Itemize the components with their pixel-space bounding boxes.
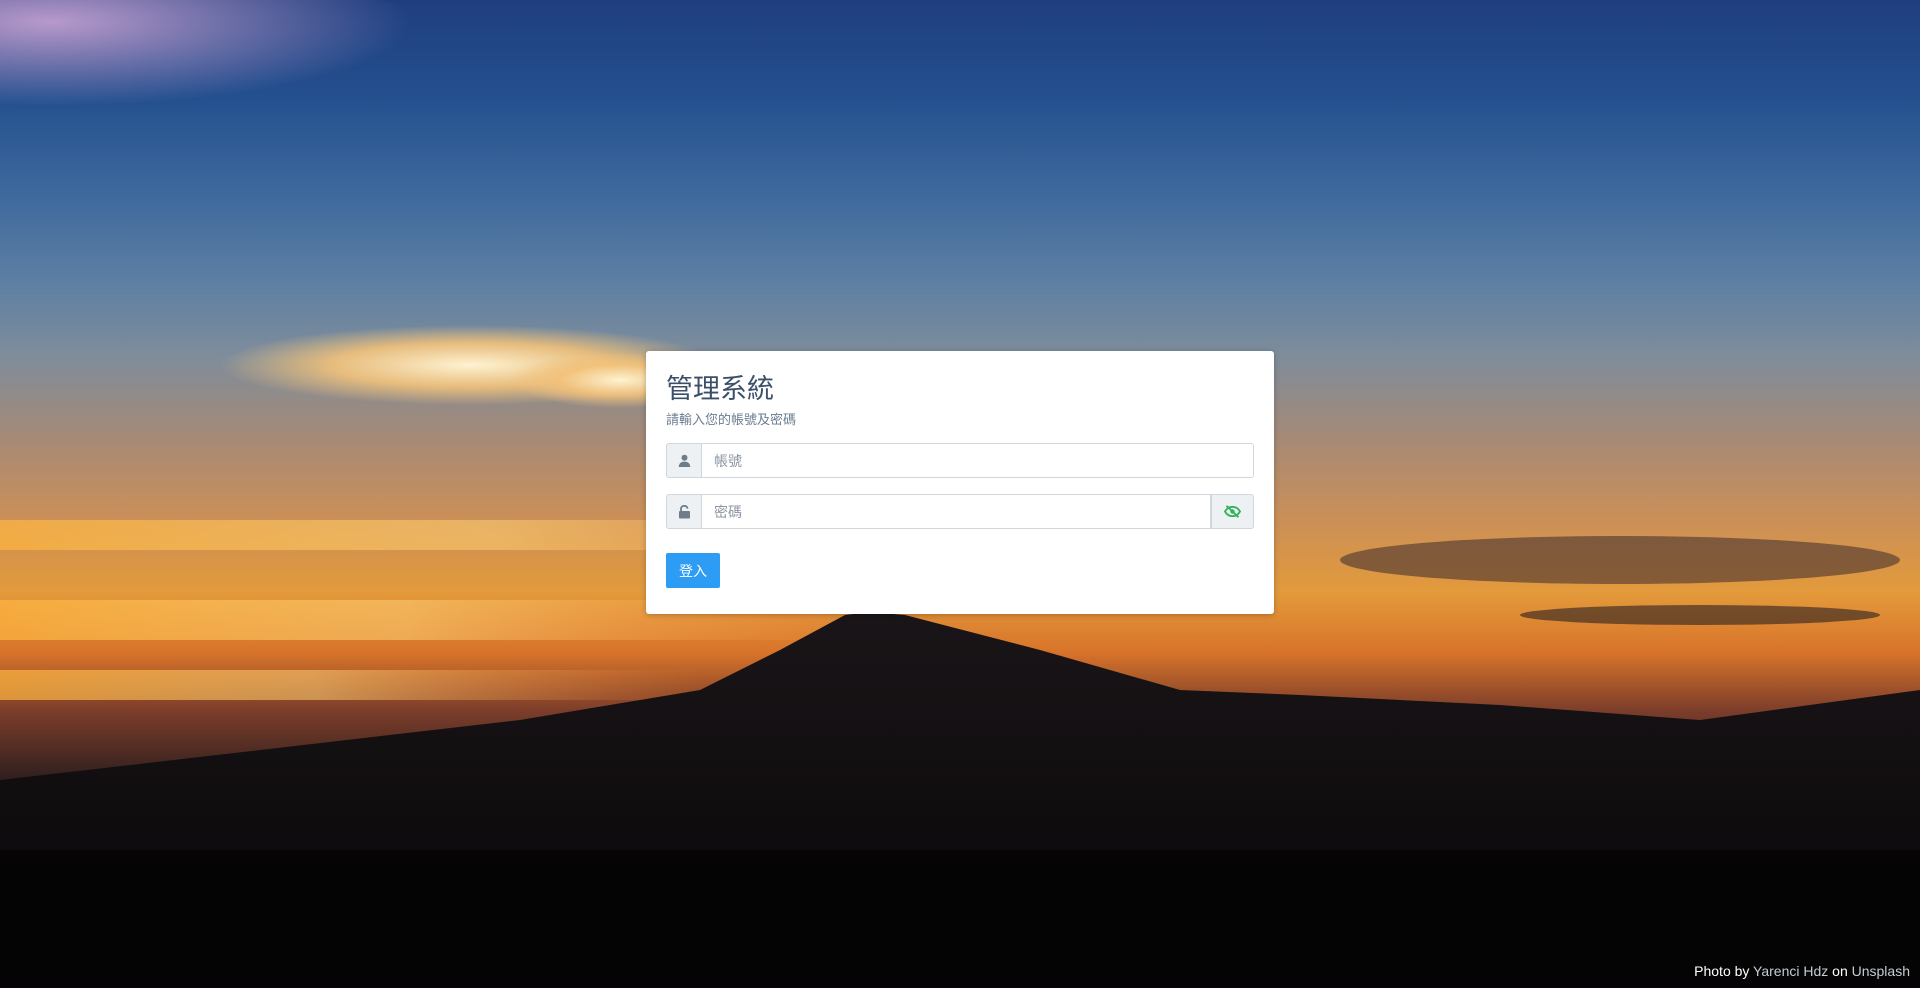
login-button[interactable]: 登入 xyxy=(666,553,720,588)
credit-middle: on xyxy=(1832,963,1848,979)
username-input[interactable] xyxy=(702,443,1254,478)
user-icon xyxy=(666,443,702,478)
login-card: 管理系統 請輸入您的帳號及密碼 登入 xyxy=(646,351,1274,614)
password-group xyxy=(666,494,1254,529)
unlock-icon xyxy=(666,494,702,529)
page-title: 管理系統 xyxy=(666,374,774,405)
photographer-link[interactable]: Yarenci Hdz xyxy=(1753,963,1828,979)
unsplash-link[interactable]: Unsplash xyxy=(1852,963,1910,979)
username-group xyxy=(666,443,1254,478)
toggle-password-visibility-button[interactable] xyxy=(1211,494,1254,529)
credit-prefix: Photo by xyxy=(1694,963,1750,979)
login-instructions: 請輸入您的帳號及密碼 xyxy=(666,412,797,427)
eye-slash-icon xyxy=(1224,505,1241,518)
photo-credit: Photo by Yarenci Hdz on Unsplash xyxy=(1694,962,1910,980)
password-input[interactable] xyxy=(702,494,1211,529)
